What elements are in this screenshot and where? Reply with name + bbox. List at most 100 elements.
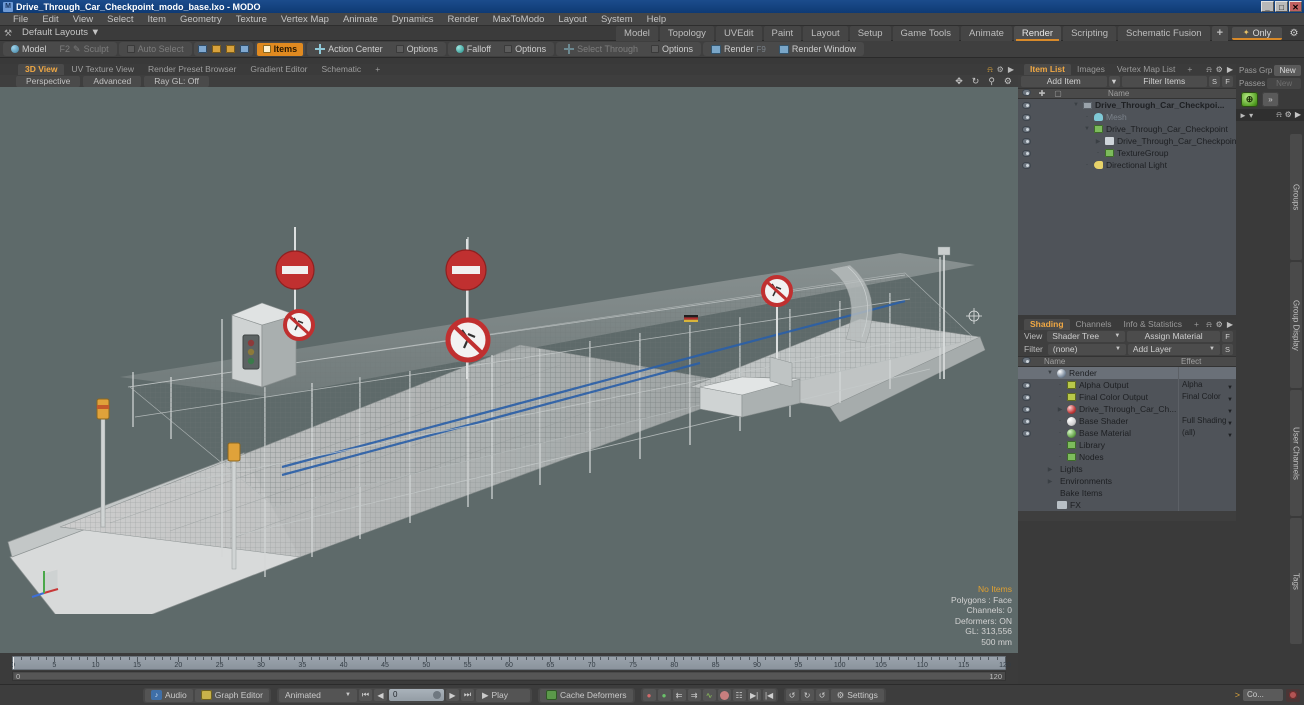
layout-tab-model[interactable]: Model <box>616 26 658 41</box>
panel-chevron-right-icon[interactable]: ▶ <box>1227 65 1233 74</box>
assign-material-button[interactable]: Assign Material <box>1127 331 1220 342</box>
render-window-button[interactable]: Render Window <box>773 43 862 56</box>
layout-tab-setup[interactable]: Setup <box>849 26 891 41</box>
menu-edit[interactable]: Edit <box>35 13 65 26</box>
shading-f-button[interactable]: F <box>1222 331 1233 342</box>
shader-tree-row[interactable]: - Base Material (all) ▼ <box>1018 427 1236 439</box>
select-through-button[interactable]: Select Through <box>558 43 644 56</box>
shading-s-button[interactable]: S <box>1222 344 1233 355</box>
shader-tree-row[interactable]: - Nodes <box>1018 451 1236 463</box>
viewport-chevron-right-icon[interactable]: ▶ <box>1008 65 1014 74</box>
item-visibility-toggle[interactable] <box>1018 125 1034 133</box>
shader-tree-row[interactable]: - Library <box>1018 439 1236 451</box>
polygon-mode-icon[interactable] <box>223 43 237 55</box>
3d-viewport[interactable]: No Items Polygons : Face Channels: 0 Def… <box>0 87 1018 653</box>
command-input[interactable]: Co... <box>1243 689 1283 701</box>
item-list-row[interactable]: ▼ Drive_Through_Car_Checkpoint <box>1018 123 1236 135</box>
snap-a-icon[interactable]: ↺ <box>785 689 799 701</box>
layout-tab-animate[interactable]: Animate <box>961 26 1012 41</box>
timeline-playhead[interactable] <box>13 657 14 669</box>
viewport-gear-icon[interactable]: ⚙ <box>997 65 1004 74</box>
step-forward-icon[interactable]: ▶ <box>445 689 459 701</box>
timeline-ruler[interactable]: 0510152025303540455055606570758085909510… <box>11 656 1011 670</box>
close-button[interactable]: ✕ <box>1289 1 1302 12</box>
only-toggle[interactable]: ✦ Only <box>1232 27 1282 40</box>
chevron-right-icon[interactable]: » <box>1262 92 1279 107</box>
item-visibility-toggle[interactable] <box>1018 101 1034 109</box>
key-prev-icon[interactable]: ⇇ <box>672 689 686 701</box>
menu-geometry[interactable]: Geometry <box>173 13 229 26</box>
shading-expand-icon[interactable]: ⍾ <box>1206 320 1211 330</box>
menu-maxtomodo[interactable]: MaxToModo <box>486 13 552 26</box>
item-list-add-tab-button[interactable]: + <box>1181 64 1198 75</box>
shader-visibility-toggle[interactable] <box>1018 393 1034 401</box>
item-visibility-toggle[interactable] <box>1018 113 1034 121</box>
pass-group-new-button[interactable]: New <box>1274 65 1301 76</box>
range-start-icon[interactable]: ▶| <box>747 689 761 701</box>
layout-tab-schematic-fusion[interactable]: Schematic Fusion <box>1118 26 1210 41</box>
twirl-icon[interactable]: ▶ <box>1046 478 1054 485</box>
item-visibility-toggle[interactable] <box>1018 137 1034 145</box>
key-green-icon[interactable]: ● <box>657 689 671 701</box>
item-list-f-button[interactable]: F <box>1222 76 1233 87</box>
shading-add-tab-button[interactable]: + <box>1188 319 1205 330</box>
menu-system[interactable]: System <box>594 13 640 26</box>
animated-mode-dropdown[interactable]: Animated ▼ <box>278 688 357 702</box>
menu-file[interactable]: File <box>6 13 35 26</box>
item-list-row[interactable]: - Mesh <box>1018 111 1236 123</box>
tab-info-statistics[interactable]: Info & Statistics <box>1117 319 1188 330</box>
menu-layout[interactable]: Layout <box>551 13 594 26</box>
record-icon[interactable] <box>717 689 731 701</box>
expand-viewport-icon[interactable]: ⍾ <box>987 65 992 75</box>
range-end-icon[interactable]: |◀ <box>762 689 776 701</box>
menu-select[interactable]: Select <box>100 13 140 26</box>
viewport-raygl-button[interactable]: Ray GL: Off <box>144 75 209 87</box>
falloff-options-button[interactable]: Options <box>498 43 552 56</box>
curve-icon[interactable]: ∿ <box>702 689 716 701</box>
cache-deformers-button[interactable]: Cache Deformers <box>539 688 633 702</box>
filter-items-button[interactable]: Filter Items <box>1121 76 1207 87</box>
twirl-icon[interactable]: - <box>1083 114 1091 120</box>
item-visibility-toggle[interactable] <box>1018 149 1034 157</box>
layout-tab-uvedit[interactable]: UVEdit <box>715 26 762 41</box>
far-flag-icon[interactable]: ► ▾ <box>1239 111 1253 120</box>
item-list-s-button[interactable]: S <box>1209 76 1220 87</box>
shader-tree-row[interactable]: - Final Color Output Final Color ▼ <box>1018 391 1236 403</box>
shader-tree-row[interactable]: ▼ Render <box>1018 367 1236 379</box>
add-layer-button[interactable]: Add Layer ▼ <box>1127 344 1220 355</box>
passes-new-button[interactable]: New <box>1267 78 1301 89</box>
far-gear-icon[interactable]: ⚙ <box>1285 110 1292 120</box>
snap-c-icon[interactable]: ↺ <box>815 689 829 701</box>
shader-row-effect-cell[interactable]: Final Color ▼ <box>1178 391 1236 403</box>
shader-tree-row[interactable]: ▶ Lights <box>1018 463 1236 475</box>
vertical-tab-groups[interactable]: Groups <box>1290 134 1302 260</box>
channels-icon[interactable]: ☷ <box>732 689 746 701</box>
shader-visibility-toggle[interactable] <box>1018 429 1034 437</box>
twirl-icon[interactable]: ▶ <box>1046 466 1054 473</box>
menu-view[interactable]: View <box>66 13 100 26</box>
tab-images[interactable]: Images <box>1071 64 1111 75</box>
twirl-icon[interactable]: - <box>1083 162 1091 168</box>
vertical-tab-tags[interactable]: Tags <box>1290 518 1302 644</box>
add-item-dropdown-icon[interactable]: ▼ <box>1108 76 1120 87</box>
viewport-tab-uv-texture-view[interactable]: UV Texture View <box>64 64 141 75</box>
record-status-icon[interactable] <box>1286 688 1300 702</box>
tab-shading[interactable]: Shading <box>1024 319 1070 330</box>
shader-tree-row[interactable]: - Alpha Output Alpha ▼ <box>1018 379 1236 391</box>
layout-tab-render[interactable]: Render <box>1013 26 1062 41</box>
tab-channels[interactable]: Channels <box>1070 319 1118 330</box>
shader-row-effect-cell[interactable]: (all) ▼ <box>1178 427 1236 439</box>
edge-mode-icon[interactable] <box>209 43 223 55</box>
far-expand-icon[interactable]: ⍾ <box>1276 110 1281 120</box>
shading-chevron-right-icon[interactable]: ▶ <box>1227 320 1233 329</box>
menu-vertex-map[interactable]: Vertex Map <box>274 13 336 26</box>
twirl-icon[interactable]: ▼ <box>1046 370 1054 376</box>
material-mode-icon[interactable] <box>237 43 251 55</box>
viewport-settings-gear-icon[interactable]: ⚙ <box>1004 76 1012 87</box>
add-green-icon[interactable]: ⊕ <box>1241 92 1258 107</box>
maximize-button[interactable]: □ <box>1275 1 1288 12</box>
falloff-button[interactable]: Falloff <box>450 43 497 56</box>
action-center-options-button[interactable]: Options <box>390 43 444 56</box>
shader-tree-row[interactable]: ▶ Drive_Through_Car_Ch... ▼ <box>1018 403 1236 415</box>
layout-tab-paint[interactable]: Paint <box>763 26 802 41</box>
